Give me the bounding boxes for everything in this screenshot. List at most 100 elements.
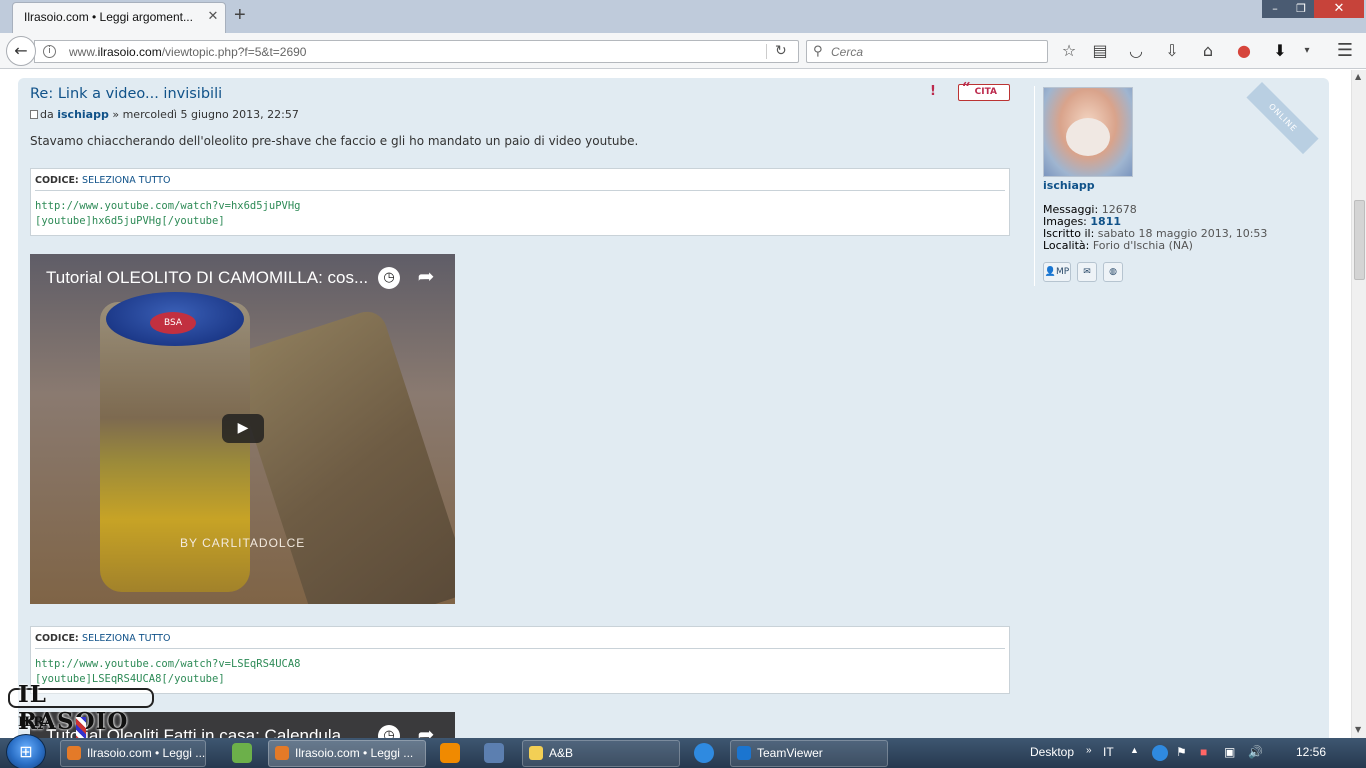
tray-app-icon[interactable] xyxy=(1152,745,1168,761)
logo-subtext: ILRA xyxy=(18,715,55,730)
post-icon[interactable] xyxy=(30,110,38,119)
user-icon: 👤 xyxy=(1044,267,1056,277)
code-block: CODICE: SELEZIONA TUTTO http://www.youtu… xyxy=(30,626,1010,694)
video-lid-label: BSA xyxy=(150,312,196,334)
menu-icon[interactable]: ☰ xyxy=(1334,41,1356,63)
vlc-icon[interactable] xyxy=(440,743,460,763)
browser-tab[interactable]: Ilrasoio.com • Leggi argoment... ✕ xyxy=(12,2,226,33)
code-line: http://www.youtube.com/watch?v=hx6d5juPV… xyxy=(35,200,301,212)
quote-button[interactable]: “CITA xyxy=(958,79,1010,101)
tray-expand-icon[interactable]: ▲ xyxy=(1130,745,1139,755)
browser-toolbar: i www.ilrasoio.com/viewtopic.php?f=5&t=2… xyxy=(0,33,1366,69)
taskbar-item[interactable]: Ilrasoio.com • Leggi ... xyxy=(268,740,426,767)
globe-icon: ◍ xyxy=(1109,267,1117,277)
taskbar-item[interactable]: Ilrasoio.com • Leggi ... xyxy=(60,740,206,767)
profile-name-link[interactable]: ischiapp xyxy=(1043,179,1095,192)
watch-later-icon[interactable]: ◷ xyxy=(378,267,400,289)
pocket-icon[interactable]: ◡ xyxy=(1125,41,1147,63)
avatar[interactable] xyxy=(1043,87,1133,177)
scroll-up-icon[interactable]: ▲ xyxy=(1355,72,1361,81)
profile-divider xyxy=(1034,86,1035,286)
scroll-thumb[interactable] xyxy=(1354,200,1365,280)
taskbar-item[interactable]: TeamViewer xyxy=(730,740,888,767)
post-meta: da ischiapp » mercoledì 5 giugno 2013, 2… xyxy=(30,108,299,121)
barber-pole-icon xyxy=(76,717,86,738)
firefox-icon xyxy=(275,746,289,760)
new-tab-button[interactable]: + xyxy=(234,5,252,25)
report-icon[interactable]: ! xyxy=(923,82,943,102)
code-header: CODICE: SELEZIONA TUTTO xyxy=(35,633,171,644)
search-bar[interactable]: ⚲ xyxy=(806,40,1048,63)
code-line: http://www.youtube.com/watch?v=LSEqRS4UC… xyxy=(35,658,301,670)
tab-title: Ilrasoio.com • Leggi argoment... xyxy=(24,10,193,24)
scroll-down-icon[interactable]: ▼ xyxy=(1355,725,1361,734)
play-icon[interactable]: ▶ xyxy=(222,414,264,443)
browser-icon[interactable] xyxy=(694,743,714,763)
youtube-video-player[interactable]: BSA Tutorial OLEOLITO DI CAMOMILLA: cos.… xyxy=(30,254,455,604)
dropdown-icon[interactable]: ▾ xyxy=(1296,41,1318,63)
share-icon[interactable]: ➦ xyxy=(414,264,438,288)
teamviewer-icon xyxy=(737,746,751,760)
code-divider xyxy=(35,190,1005,191)
downloads-icon[interactable]: ⇩ xyxy=(1161,41,1183,63)
search-input[interactable] xyxy=(831,44,1041,60)
tab-close-icon[interactable]: ✕ xyxy=(206,10,220,24)
bookmark-star-icon[interactable]: ☆ xyxy=(1058,41,1080,63)
avatar-face xyxy=(1066,118,1110,156)
network-icon[interactable]: ▣ xyxy=(1224,745,1235,759)
site-info-icon[interactable]: i xyxy=(43,45,56,58)
extension-icon[interactable]: ● xyxy=(1233,41,1255,63)
download-arrow-icon[interactable]: ⬇ xyxy=(1269,41,1291,63)
post-text: Stavamo chiaccherando dell'oleolito pre-… xyxy=(30,134,639,148)
home-icon[interactable]: ⌂ xyxy=(1197,41,1219,63)
code-line: [youtube]hx6d5juPVHg[/youtube] xyxy=(35,215,225,227)
profile-location: Località: Forio d'Ischia (NA) xyxy=(1043,239,1193,252)
taskbar-item[interactable]: A&B xyxy=(522,740,680,767)
start-button[interactable]: ⊞ xyxy=(6,734,46,768)
url-separator xyxy=(766,44,767,59)
select-all-link[interactable]: SELEZIONA TUTTO xyxy=(82,175,170,186)
email-icon: ✉ xyxy=(1083,267,1091,277)
clock[interactable]: 12:56 xyxy=(1296,745,1326,759)
browser-tab-bar: Ilrasoio.com • Leggi argoment... ✕ + – ❐… xyxy=(0,0,1366,33)
back-button[interactable]: ← xyxy=(6,36,36,66)
video-title[interactable]: Tutorial OLEOLITO DI CAMOMILLA: cos... xyxy=(46,268,368,288)
code-divider xyxy=(35,648,1005,649)
action-center-flag-icon[interactable]: ⚑ xyxy=(1176,745,1187,759)
back-arrow-icon: ← xyxy=(14,41,28,60)
reload-icon[interactable]: ↻ xyxy=(775,43,787,59)
desktop-chevron-icon[interactable]: » xyxy=(1086,745,1092,756)
window-minimize-button[interactable]: – xyxy=(1262,0,1288,18)
quote-icon: “ xyxy=(962,79,971,97)
site-logo[interactable]: IL RASOIO ILRA xyxy=(4,677,160,738)
website-button[interactable]: ◍ xyxy=(1103,262,1123,282)
profile-stats: Messaggi: 12678 Images: 1811 Iscritto il… xyxy=(1043,204,1267,252)
volume-icon[interactable]: 🔊 xyxy=(1248,745,1263,759)
app-icon[interactable] xyxy=(484,743,504,763)
language-indicator[interactable]: IT xyxy=(1103,745,1114,759)
code-block: CODICE: SELEZIONA TUTTO http://www.youtu… xyxy=(30,168,1010,236)
page-content: Re: Link a video... invisibili da ischia… xyxy=(0,70,1351,738)
search-icon: ⚲ xyxy=(813,44,823,59)
desktop-toolbar[interactable]: Desktop xyxy=(1030,745,1074,759)
tray-alert-icon[interactable]: ■ xyxy=(1200,745,1207,759)
private-message-button[interactable]: 👤MP xyxy=(1043,262,1071,282)
post-author-link[interactable]: ischiapp xyxy=(57,108,109,121)
watch-later-icon[interactable]: ◷ xyxy=(378,725,400,738)
email-button[interactable]: ✉ xyxy=(1077,262,1097,282)
post-title[interactable]: Re: Link a video... invisibili xyxy=(30,86,222,102)
vertical-scrollbar[interactable]: ▲ ▼ xyxy=(1351,70,1366,738)
windows-taskbar: ⊞ Ilrasoio.com • Leggi ... Ilrasoio.com … xyxy=(0,734,1366,768)
select-all-link[interactable]: SELEZIONA TUTTO xyxy=(82,633,170,644)
window-maximize-button[interactable]: ❐ xyxy=(1288,0,1314,18)
video-watermark: BY CARLITADOLCE xyxy=(180,536,306,550)
share-icon[interactable]: ➦ xyxy=(414,722,438,738)
window-close-button[interactable]: ✕ xyxy=(1314,0,1364,18)
firefox-icon xyxy=(67,746,81,760)
folder-icon xyxy=(529,746,543,760)
code-header: CODICE: SELEZIONA TUTTO xyxy=(35,175,171,186)
url-bar[interactable]: i www.ilrasoio.com/viewtopic.php?f=5&t=2… xyxy=(34,40,799,63)
url-text[interactable]: www.ilrasoio.com/viewtopic.php?f=5&t=269… xyxy=(69,45,306,59)
reading-list-icon[interactable]: ▤ xyxy=(1089,41,1111,63)
app-icon[interactable] xyxy=(232,743,252,763)
